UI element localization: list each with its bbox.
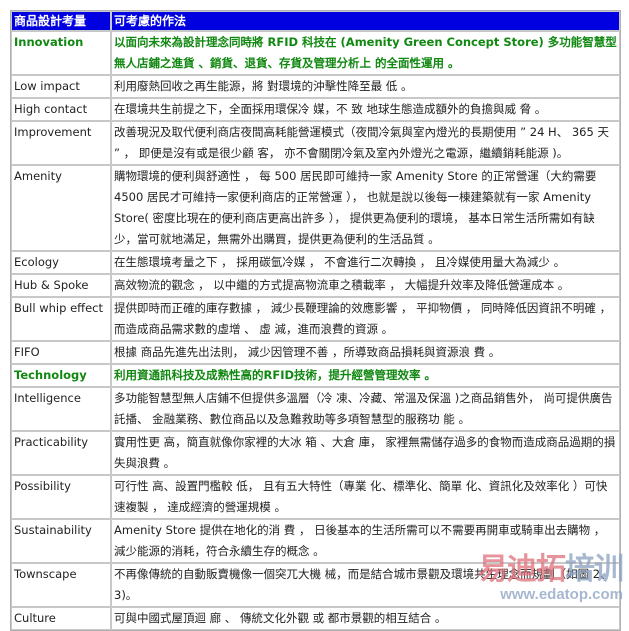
row-approach: 多功能智慧型無人店鋪不但提供多溫層（冷 凍、冷藏、常溫及保溫 )之商品銷售外， …	[111, 387, 620, 431]
row-approach: 購物環境的便利與舒適性 ， 每 500 居民即可維持一家 Amenity Sto…	[111, 165, 620, 251]
table-row: Improvement 改善現況及取代便利商店夜間高耗能營運模式（夜間冷氣與室內燈…	[11, 121, 620, 165]
header-approach: 可考慮的作法	[111, 11, 620, 31]
table-row: Culture 可與中國式屋頂迴 廊 、 傳統文化外觀 或 都市景觀的相互結合 。	[11, 607, 620, 630]
table-row: Technology 利用資通訊科技及成熟性高的RFID技術，提升經營管理效率 。	[11, 364, 620, 387]
row-consideration: Culture	[11, 607, 111, 630]
row-approach: 利用廢熱回收之再生能源，將 對環境的沖擊性降至最 低 。	[111, 75, 620, 98]
row-consideration: Technology	[11, 364, 111, 387]
table-row: FIFO 根據 商品先進先出法則， 減少因管理不善 ，所導致商品損耗與資源浪 費 …	[11, 341, 620, 364]
row-consideration: Bull whip effect	[11, 297, 111, 341]
row-consideration: FIFO	[11, 341, 111, 364]
table-row: Innovation 以面向未來為設計理念同時將 RFID 科技在 (Amenit…	[11, 31, 620, 75]
table-row: Ecology 在生態環境考量之下 ， 採用碳氫冷媒 ， 不會進行二次轉換 ， 且…	[11, 251, 620, 274]
row-approach: 可與中國式屋頂迴 廊 、 傳統文化外觀 或 都市景觀的相互結合 。	[111, 607, 620, 630]
table-row: Hub & Spoke 高效物流的觀念 ， 以中繼的方式提高物流車之積載率 ， 大…	[11, 274, 620, 297]
design-considerations-table: 商品設計考量 可考慮的作法 Innovation 以面向未來為設計理念同時將 RF…	[10, 10, 621, 631]
table-row: High contact 在環境共生前提之下，全面採用環保冷 媒，不 致 地球生態…	[11, 98, 620, 121]
table-row: Low impact 利用廢熱回收之再生能源，將 對環境的沖擊性降至最 低 。	[11, 75, 620, 98]
row-consideration: Ecology	[11, 251, 111, 274]
row-approach: 實用性更 高，簡直就像你家裡的大冰 箱 、大倉 庫， 家裡無需儲存過多的食物而造…	[111, 431, 620, 475]
table-row: Intelligence 多功能智慧型無人店鋪不但提供多溫層（冷 凍、冷藏、常溫及…	[11, 387, 620, 431]
row-consideration: Practicability	[11, 431, 111, 475]
watermark: 易迪拓培训 www.edatop.com	[478, 552, 624, 604]
row-approach: 根據 商品先進先出法則， 減少因管理不善 ，所導致商品損耗與資源浪 費 。	[111, 341, 620, 364]
table-row: Bull whip effect 提供即時而正確的庫存數據 ， 減少長鞭理論的效應…	[11, 297, 620, 341]
table-row: Possibility 可行性 高、設置門檻較 低， 且有五大特性（專業 化、標準…	[11, 475, 620, 519]
row-approach: 高效物流的觀念 ， 以中繼的方式提高物流車之積載率 ， 大幅提升效率及降低營運成…	[111, 274, 620, 297]
row-approach: 改善現況及取代便利商店夜間高耗能營運模式（夜間冷氣與室內燈光的長期使用 ” 24…	[111, 121, 620, 165]
row-approach: 可行性 高、設置門檻較 低， 且有五大特性（專業 化、標準化、簡單 化、資訊化及…	[111, 475, 620, 519]
row-approach: 提供即時而正確的庫存數據 ， 減少長鞭理論的效應影響 ， 平抑物價 ， 同時降低…	[111, 297, 620, 341]
row-consideration: Improvement	[11, 121, 111, 165]
row-consideration: Innovation	[11, 31, 111, 75]
header-consideration: 商品設計考量	[11, 11, 111, 31]
row-approach: 在環境共生前提之下，全面採用環保冷 媒，不 致 地球生態造成額外的負擔與威 脅 …	[111, 98, 620, 121]
row-consideration: Low impact	[11, 75, 111, 98]
row-approach: 利用資通訊科技及成熟性高的RFID技術，提升經營管理效率 。	[111, 364, 620, 387]
table-header-row: 商品設計考量 可考慮的作法	[11, 11, 620, 31]
row-consideration: Amenity	[11, 165, 111, 251]
row-consideration: High contact	[11, 98, 111, 121]
row-consideration: Possibility	[11, 475, 111, 519]
table-row: Amenity 購物環境的便利與舒適性 ， 每 500 居民即可維持一家 Amen…	[11, 165, 620, 251]
row-consideration: Intelligence	[11, 387, 111, 431]
row-consideration: Sustainability	[11, 519, 111, 563]
watermark-url: www.edatop.com	[500, 586, 623, 603]
watermark-logo: 易迪拓培训	[478, 552, 624, 587]
table-row: Practicability 實用性更 高，簡直就像你家裡的大冰 箱 、大倉 庫，…	[11, 431, 620, 475]
row-approach: 在生態環境考量之下 ， 採用碳氫冷媒 ， 不會進行二次轉換 ， 且冷媒使用量大為…	[111, 251, 620, 274]
row-consideration: Hub & Spoke	[11, 274, 111, 297]
row-consideration: Townscape	[11, 563, 111, 607]
row-approach: 以面向未來為設計理念同時將 RFID 科技在 (Amenity Green Co…	[111, 31, 620, 75]
